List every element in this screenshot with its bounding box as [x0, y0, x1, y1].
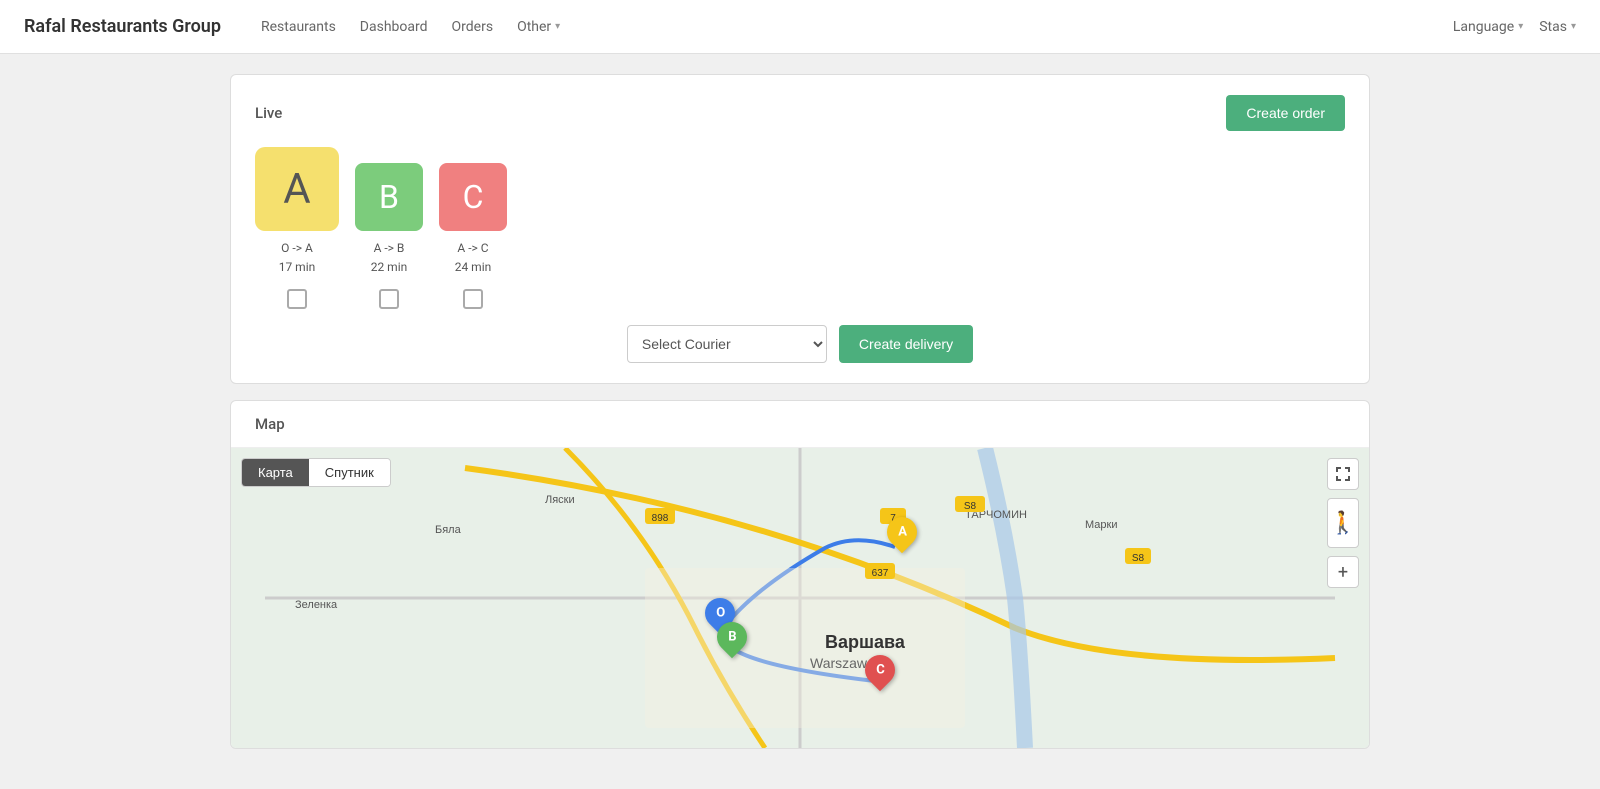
svg-text:Зеленка: Зеленка [295, 599, 338, 611]
courier-checkbox-c[interactable] [463, 289, 483, 309]
action-row: Select Courier Create delivery [255, 325, 1345, 363]
nav-restaurants[interactable]: Restaurants [261, 19, 336, 35]
navbar: Rafal Restaurants Group Restaurants Dash… [0, 0, 1600, 54]
svg-text:Марки: Марки [1085, 519, 1117, 531]
courier-info-c: A -> C 24 min [455, 239, 492, 277]
marker-c: C [865, 655, 895, 685]
map-type-sputnik[interactable]: Спутник [309, 459, 390, 486]
marker-a: A [887, 517, 917, 547]
courier-route-a: O -> A [279, 239, 316, 258]
svg-text:Бяла: Бяла [435, 524, 462, 536]
map-title: Map [231, 401, 1369, 448]
svg-text:Ляски: Ляски [545, 494, 575, 506]
courier-letter-c: C [439, 163, 507, 231]
couriers-row: A O -> A 17 min B A -> B 22 min C [255, 147, 1345, 309]
courier-info-a: O -> A 17 min [279, 239, 316, 277]
nav-other[interactable]: Other ▾ [517, 19, 560, 35]
courier-info-b: A -> B 22 min [371, 239, 408, 277]
courier-time-a: 17 min [279, 258, 316, 277]
language-arrow: ▾ [1518, 21, 1523, 32]
map-background: Варшава Warszawa ТАРЧОМИН Марки Бяла Зел… [231, 448, 1369, 748]
person-icon: 🚶 [1329, 511, 1356, 536]
courier-checkbox-a[interactable] [287, 289, 307, 309]
plus-icon: + [1338, 562, 1348, 583]
courier-checkbox-b[interactable] [379, 289, 399, 309]
map-expand-button[interactable] [1327, 458, 1359, 490]
courier-box-b: B A -> B 22 min [355, 163, 423, 309]
select-courier-dropdown[interactable]: Select Courier [627, 325, 827, 363]
marker-a-circle: A [881, 511, 923, 553]
nav-right: Language ▾ Stas ▾ [1453, 19, 1576, 35]
marker-c-circle: C [858, 649, 900, 691]
live-title: Live [255, 104, 282, 122]
svg-text:S8: S8 [1132, 553, 1145, 564]
live-card: Live Create order A O -> A 17 min B A ->… [230, 74, 1370, 384]
map-type-karta[interactable]: Карта [242, 459, 309, 486]
map-streetview-button[interactable]: 🚶 [1327, 498, 1359, 548]
marker-b: B [717, 622, 747, 652]
map-type-buttons: Карта Спутник [241, 458, 391, 487]
courier-route-c: A -> C [455, 239, 492, 258]
map-controls: 🚶 + [1327, 458, 1359, 588]
svg-text:S8: S8 [964, 501, 977, 512]
courier-box-a: A O -> A 17 min [255, 147, 339, 309]
nav-links: Restaurants Dashboard Orders Other ▾ [261, 19, 1453, 35]
courier-time-b: 22 min [371, 258, 408, 277]
language-dropdown[interactable]: Language ▾ [1453, 19, 1523, 35]
map-card: Map [230, 400, 1370, 749]
courier-letter-b: B [355, 163, 423, 231]
live-card-header: Live Create order [255, 95, 1345, 131]
svg-text:898: 898 [652, 513, 669, 524]
map-zoom-button[interactable]: + [1327, 556, 1359, 588]
map-container[interactable]: Варшава Warszawa ТАРЧОМИН Марки Бяла Зел… [231, 448, 1369, 748]
courier-time-c: 24 min [455, 258, 492, 277]
svg-text:Варшава: Варшава [825, 632, 906, 652]
create-order-button[interactable]: Create order [1226, 95, 1345, 131]
marker-b-circle: B [711, 616, 753, 658]
create-delivery-button[interactable]: Create delivery [839, 325, 973, 363]
courier-box-c: C A -> C 24 min [439, 163, 507, 309]
nav-dashboard[interactable]: Dashboard [360, 19, 428, 35]
courier-letter-a: A [255, 147, 339, 231]
other-dropdown-arrow: ▾ [555, 21, 560, 32]
brand-logo: Rafal Restaurants Group [24, 16, 221, 37]
expand-icon [1335, 466, 1351, 482]
main-content: Live Create order A O -> A 17 min B A ->… [0, 54, 1600, 769]
courier-route-b: A -> B [371, 239, 408, 258]
user-arrow: ▾ [1571, 21, 1576, 32]
nav-orders[interactable]: Orders [452, 19, 494, 35]
svg-text:637: 637 [872, 568, 889, 579]
user-dropdown[interactable]: Stas ▾ [1539, 19, 1576, 35]
